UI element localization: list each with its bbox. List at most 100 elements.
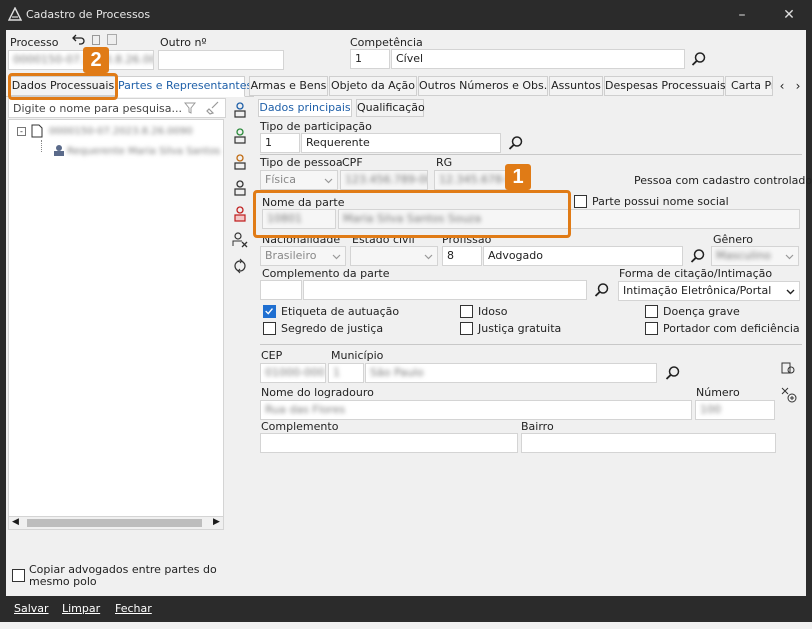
scroll-right-icon[interactable]: ▶ <box>213 517 220 527</box>
save-button[interactable]: Salvar <box>14 602 49 615</box>
municipio-search-icon[interactable] <box>665 365 681 381</box>
competencia-name-input[interactable]: Cível <box>391 49 685 69</box>
chevron-down-icon <box>424 254 433 260</box>
copy-lawyers-checkbox[interactable] <box>12 569 25 582</box>
copy-icon[interactable] <box>92 35 100 45</box>
add-address-icon[interactable] <box>780 386 798 404</box>
doenca-grave-checkbox[interactable] <box>645 305 658 318</box>
forma-citacao-label: Forma de citação/Intimação <box>619 267 773 280</box>
tab-outros-numeros[interactable]: Outros Números e Obs. <box>418 76 548 96</box>
complemento-input[interactable] <box>260 433 518 453</box>
competencia-label: Competência <box>350 36 423 49</box>
person-icon <box>54 145 64 156</box>
add-person-icon[interactable] <box>232 102 248 118</box>
municipio-input[interactable]: São Paulo <box>365 363 657 383</box>
tab-carta-precatoria[interactable]: Carta Pr <box>725 76 773 96</box>
competencia-search-icon[interactable] <box>691 51 707 67</box>
numero-label: Número <box>696 386 740 399</box>
etiqueta-autuacao-checkbox[interactable] <box>263 305 276 318</box>
person-red-icon[interactable] <box>232 206 248 222</box>
copy-lawyers-label: Copiar advogados entre partes do mesmo p… <box>29 563 217 588</box>
undo-icon[interactable] <box>72 33 86 45</box>
close-button[interactable]: Fechar <box>115 602 152 615</box>
address-lookup-icon[interactable] <box>780 361 796 377</box>
cep-input[interactable]: 01000-000 <box>260 363 326 383</box>
forma-citacao-select[interactable]: Intimação Eletrônica/Portal <box>618 281 800 301</box>
tipo-participacao-search-icon[interactable] <box>508 135 524 151</box>
remove-person-icon[interactable] <box>232 232 248 248</box>
estado-civil-select[interactable] <box>350 246 438 266</box>
idoso-checkbox[interactable] <box>460 305 473 318</box>
tab-despesas-processuais[interactable]: Despesas Processuais <box>604 76 726 96</box>
complemento-search-icon[interactable] <box>594 282 610 298</box>
processo-label: Processo <box>10 36 59 49</box>
numero-input[interactable]: 100 <box>695 400 775 420</box>
subtab-dados-principais[interactable]: Dados principais <box>258 99 352 117</box>
tab-assuntos[interactable]: Assuntos <box>549 76 603 96</box>
clear-button[interactable]: Limpar <box>62 602 100 615</box>
cpf-label: CPF <box>342 156 363 169</box>
participant-search-placeholder: Digite o nome para pesquisa... <box>13 102 182 115</box>
tipo-participacao-label: Tipo de participação <box>260 120 372 133</box>
rg-input[interactable]: 12.345.678-9 <box>434 170 510 190</box>
close-icon[interactable]: ✕ <box>779 5 799 25</box>
pessoa-controlado-text: Pessoa com cadastro controlado <box>634 174 812 187</box>
tipo-participacao-input[interactable]: Requerente <box>301 133 501 153</box>
tree-child-label[interactable]: Requerente Maria Silva Santos <box>67 146 220 157</box>
profissao-code[interactable]: 8 <box>442 246 482 266</box>
swap-person-icon[interactable] <box>232 258 248 274</box>
highlight-nome-parte <box>253 190 571 238</box>
scrollbar-thumb[interactable] <box>27 519 202 527</box>
tab-partes-representantes[interactable]: Partes e Representantes <box>117 76 252 97</box>
logradouro-input[interactable]: Rua das Flores <box>260 400 692 420</box>
chevron-down-icon <box>324 178 333 184</box>
outro-numero-label: Outro nº <box>160 36 207 49</box>
nome-social-label: Parte possui nome social <box>592 195 729 208</box>
tipo-pessoa-label: Tipo de pessoa <box>260 156 343 169</box>
complemento-parte-input[interactable] <box>303 280 587 300</box>
clear-filter-icon[interactable] <box>206 101 220 115</box>
processo-input[interactable]: 0000150-07.2023.8.26.0090 <box>8 50 154 70</box>
cpf-input[interactable]: 123.456.789-00 <box>340 170 428 190</box>
portador-deficiencia-label: Portador com deficiência <box>663 322 800 335</box>
person-orange-icon[interactable] <box>232 154 248 170</box>
segredo-justica-checkbox[interactable] <box>263 322 276 335</box>
tree-root-label[interactable]: 0000150-07.2023.8.26.0090 <box>49 126 193 137</box>
scroll-left-icon[interactable]: ◀ <box>12 517 19 527</box>
bairro-input[interactable] <box>521 433 776 453</box>
rg-label: RG <box>436 156 453 169</box>
person-green-icon[interactable] <box>232 128 248 144</box>
tab-armas-bens[interactable]: Armas e Bens <box>249 76 328 96</box>
title-bar: Cadastro de Processos – ✕ <box>0 0 812 30</box>
profissao-search-icon[interactable] <box>690 248 706 264</box>
outro-numero-input[interactable] <box>158 50 284 70</box>
genero-select[interactable]: Masculino <box>711 246 799 266</box>
section-divider <box>260 154 802 155</box>
segredo-justica-label: Segredo de justiça <box>281 322 384 335</box>
complemento-label: Complemento <box>261 420 339 433</box>
portador-deficiencia-checkbox[interactable] <box>645 322 658 335</box>
document-icon[interactable] <box>107 34 117 45</box>
person-outline-icon[interactable] <box>232 180 248 196</box>
complemento-parte-code[interactable] <box>260 280 302 300</box>
tipo-participacao-code[interactable]: 1 <box>260 133 300 153</box>
tipo-pessoa-select[interactable]: Física <box>260 170 338 190</box>
competencia-code-input[interactable]: 1 <box>350 49 390 69</box>
nacionalidade-select[interactable]: Brasileiro <box>260 246 346 266</box>
profissao-input[interactable]: Advogado <box>483 246 683 266</box>
justica-gratuita-label: Justiça gratuita <box>478 322 562 335</box>
subtab-qualificacao[interactable]: Qualificação <box>356 99 425 117</box>
justica-gratuita-checkbox[interactable] <box>460 322 473 335</box>
tab-objeto-acao[interactable]: Objeto da Ação <box>329 76 417 96</box>
nome-social-checkbox[interactable] <box>574 195 587 208</box>
municipio-code[interactable]: 1 <box>328 363 364 383</box>
chevron-down-icon <box>785 254 794 260</box>
tab-scroll-right-icon[interactable]: › <box>791 76 805 96</box>
tree-collapse-icon[interactable]: - <box>17 127 26 136</box>
tab-scroll-left-icon[interactable]: ‹ <box>775 76 789 96</box>
filter-icon[interactable] <box>184 102 196 114</box>
chevron-down-icon <box>332 254 341 260</box>
minimize-icon[interactable]: – <box>732 5 752 25</box>
tree-horizontal-scrollbar[interactable]: ◀ ▶ <box>8 516 224 530</box>
logradouro-label: Nome do logradouro <box>261 386 374 399</box>
